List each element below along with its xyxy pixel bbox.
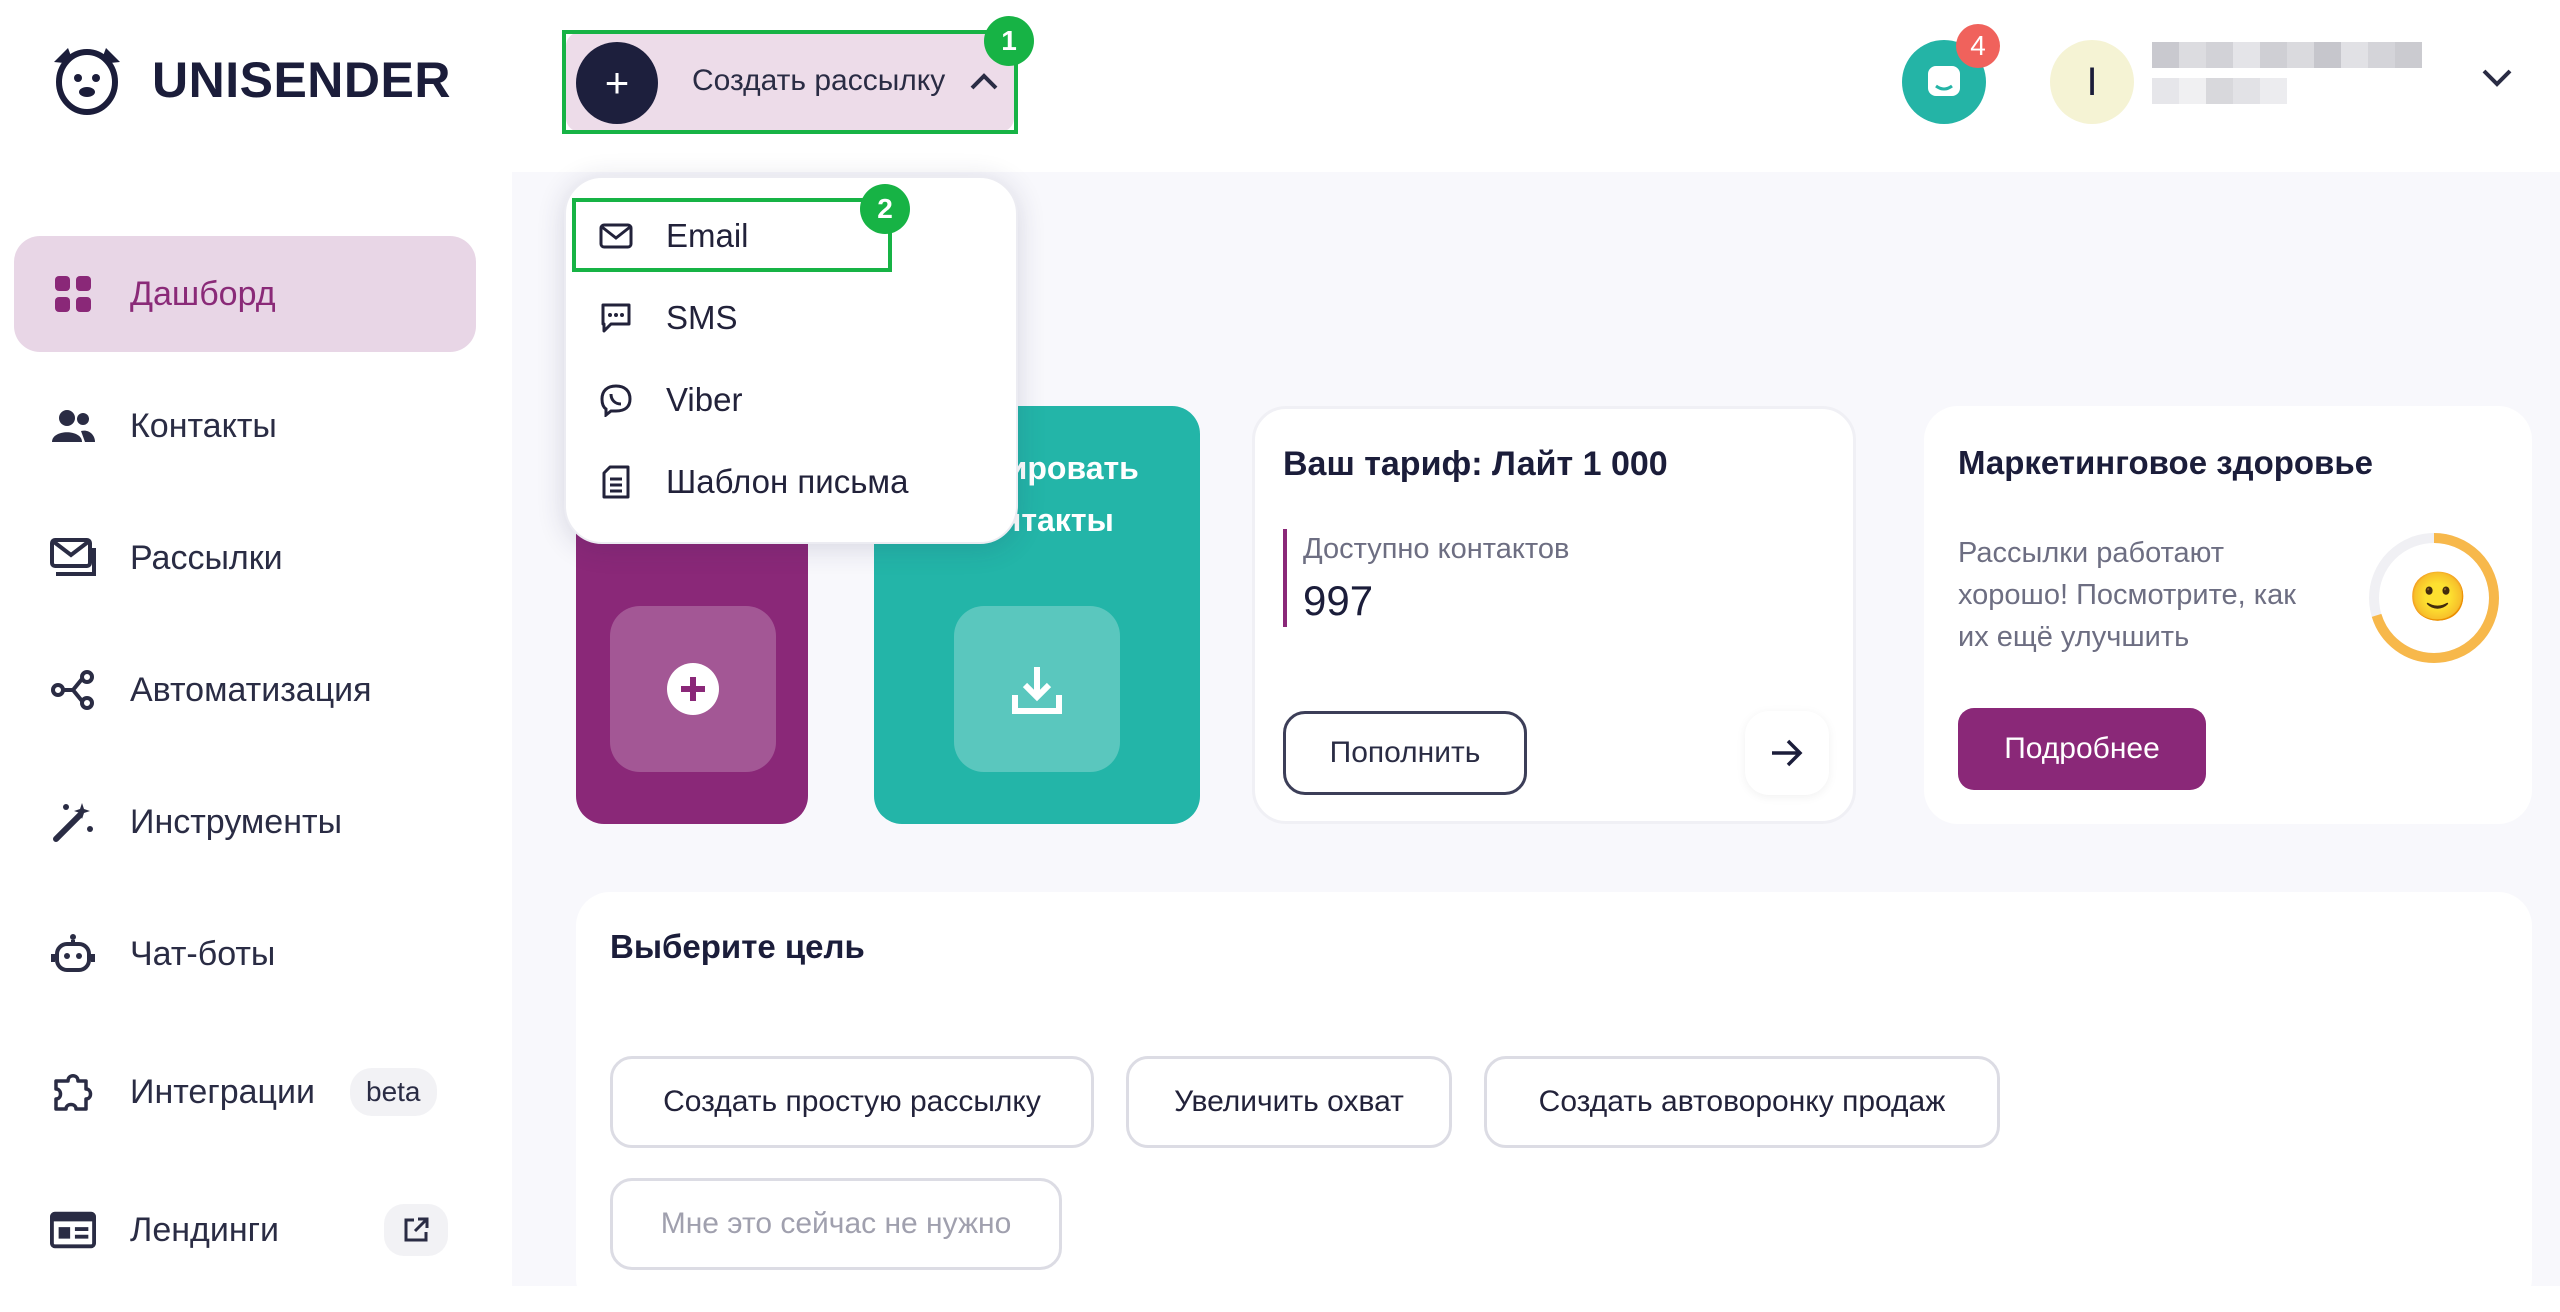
dashboard-icon <box>50 271 96 317</box>
logo-text: UNISENDER <box>152 52 451 108</box>
step-marker-1: 1 <box>984 16 1034 66</box>
marketing-health-card: Маркетинговое здоровье Рассылки работают… <box>1924 406 2532 824</box>
dropdown-item-label: Шаблон письма <box>666 463 909 500</box>
dropdown-item-viber[interactable]: Viber <box>596 370 742 430</box>
landing-icon <box>50 1207 96 1253</box>
logo[interactable]: UNISENDER <box>44 42 451 118</box>
download-icon <box>1012 667 1062 714</box>
sidebar-item-landings[interactable]: Лендинги <box>14 1172 476 1288</box>
tariff-title: Ваш тариф: Лайт 1 000 <box>1283 445 1668 483</box>
dropdown-item-label: Viber <box>666 381 743 418</box>
sidebar-item-integrations[interactable]: Интеграции beta <box>14 1034 476 1150</box>
puzzle-icon <box>50 1069 96 1115</box>
goals-panel: Выберите цель Создать простую рассылку У… <box>576 892 2532 1312</box>
goals-title: Выберите цель <box>610 928 865 965</box>
arrow-right-icon <box>1772 739 1803 767</box>
viber-icon <box>596 380 636 420</box>
sidebar-item-label: Рассылки <box>130 538 283 577</box>
download-tile[interactable] <box>954 606 1120 772</box>
sidebar-item-contacts[interactable]: Контакты <box>14 368 476 484</box>
add-tile[interactable] <box>610 606 776 772</box>
dropdown-item-template[interactable]: Шаблон письма <box>596 452 908 512</box>
robot-icon <box>50 931 96 977</box>
health-gauge: 🙂 <box>2366 530 2502 666</box>
health-title: Маркетинговое здоровье <box>1958 444 2373 481</box>
highlight-box-2 <box>572 198 892 272</box>
sidebar-item-automation[interactable]: Автоматизация <box>14 632 476 748</box>
sidebar-item-label: Дашборд <box>130 274 276 313</box>
magic-wand-icon <box>50 799 96 845</box>
template-icon <box>596 462 636 502</box>
step-marker-2: 2 <box>860 184 910 234</box>
goal-skip-button[interactable]: Мне это сейчас не нужно <box>610 1178 1062 1270</box>
sms-icon <box>596 298 636 338</box>
chevron-down-icon[interactable] <box>2480 66 2514 95</box>
avatar[interactable]: I <box>2050 40 2134 124</box>
notification-badge: 4 <box>1956 24 2000 68</box>
available-contacts-value: 997 <box>1303 577 1374 624</box>
sidebar-item-dashboard[interactable]: Дашборд <box>14 236 476 352</box>
sidebar-item-label: Интеграции <box>130 1072 315 1111</box>
sidebar-item-chatbots[interactable]: Чат-боты <box>14 896 476 1012</box>
automation-icon <box>50 667 96 713</box>
sidebar-item-label: Чат-боты <box>130 934 276 973</box>
goal-sales-funnel-button[interactable]: Создать автоворонку продаж <box>1484 1056 2000 1148</box>
dropdown-item-sms[interactable]: SMS <box>596 288 738 348</box>
sidebar-item-label: Автоматизация <box>130 670 372 709</box>
dropdown-item-label: SMS <box>666 299 738 336</box>
topup-button[interactable]: Пополнить <box>1283 711 1527 795</box>
highlight-box-1 <box>562 30 1018 134</box>
contacts-icon <box>50 403 96 449</box>
goal-simple-mailing-button[interactable]: Создать простую рассылку <box>610 1056 1094 1148</box>
goal-increase-reach-button[interactable]: Увеличить охват <box>1126 1056 1452 1148</box>
external-link-icon[interactable] <box>384 1204 448 1256</box>
accent-bar <box>1283 529 1287 627</box>
arrow-right-button[interactable] <box>1745 711 1829 795</box>
sidebar-item-mailings[interactable]: Рассылки <box>14 500 476 616</box>
smile-emoji-icon: 🙂 <box>2408 571 2468 624</box>
chat-icon <box>1928 66 1960 96</box>
available-contacts-label: Доступно контактов <box>1303 533 1570 565</box>
user-name-blurred <box>2152 42 2422 104</box>
health-description: Рассылки работают хорошо! Посмотрите, ка… <box>1958 537 2296 653</box>
sidebar-item-label: Инструменты <box>130 802 343 841</box>
dog-logo-icon <box>54 48 120 115</box>
plus-circle-icon <box>667 663 719 715</box>
mailings-icon <box>50 535 96 581</box>
sidebar-item-label: Лендинги <box>130 1210 279 1249</box>
sidebar-item-tools[interactable]: Инструменты <box>14 764 476 880</box>
tariff-card: Ваш тариф: Лайт 1 000 Доступно контактов… <box>1252 406 1856 824</box>
sidebar-item-label: Контакты <box>130 406 277 445</box>
details-button[interactable]: Подробнее <box>1958 708 2206 790</box>
beta-badge: beta <box>350 1068 437 1116</box>
